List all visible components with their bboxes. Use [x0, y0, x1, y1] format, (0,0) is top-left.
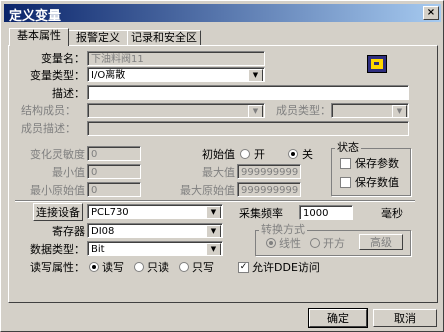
- cancel-button[interactable]: 取消: [373, 309, 437, 327]
- initial-on-label: 开: [254, 148, 265, 161]
- var-type-label: 变量类型：: [30, 69, 85, 82]
- chevron-down-icon[interactable]: ▼: [248, 105, 263, 117]
- chevron-down-icon[interactable]: ▼: [248, 69, 263, 81]
- initial-value-label: 初始值: [202, 148, 235, 161]
- min-value-field[interactable]: 0: [87, 164, 141, 179]
- var-name-label: 变量名：: [41, 52, 85, 65]
- min-raw-field[interactable]: 0: [87, 182, 141, 197]
- initial-off-label: 关: [302, 148, 313, 161]
- min-raw-label: 最小原始值: [30, 184, 85, 197]
- tab-alarm-definition[interactable]: 报警定义: [67, 30, 129, 45]
- save-param-checkbox[interactable]: [340, 158, 351, 169]
- var-name-field[interactable]: 下油料阀11: [87, 51, 265, 66]
- save-value-checkbox[interactable]: [340, 177, 351, 188]
- description-label: 描述：: [52, 87, 85, 100]
- linear-radio[interactable]: [266, 238, 276, 248]
- tab-record-security[interactable]: 记录和安全区: [127, 30, 201, 45]
- section-divider: [15, 200, 415, 202]
- initial-on-radio[interactable]: [240, 149, 250, 159]
- advanced-button[interactable]: 高级: [359, 234, 403, 250]
- rw-attr-label: 读写属性：: [30, 261, 85, 274]
- max-raw-field[interactable]: 999999999: [237, 182, 301, 197]
- sample-freq-label: 采集频率: [239, 207, 283, 220]
- allow-dde-checkbox[interactable]: ✓: [238, 262, 249, 273]
- register-label: 寄存器: [52, 225, 85, 238]
- sensitivity-field[interactable]: 0: [87, 146, 141, 161]
- connect-device-button[interactable]: 连接设备: [33, 203, 83, 221]
- sample-freq-field[interactable]: 1000: [299, 205, 353, 220]
- ok-button[interactable]: 确定: [308, 308, 368, 328]
- rw-writeonly-radio[interactable]: [179, 262, 189, 272]
- chevron-down-icon[interactable]: ▼: [206, 206, 221, 218]
- struct-member-label: 结构成员：: [21, 104, 76, 117]
- member-type-select[interactable]: ▼: [331, 103, 409, 118]
- description-field[interactable]: [87, 85, 409, 100]
- conversion-group-label: 转换方式: [259, 223, 307, 236]
- chevron-down-icon[interactable]: ▼: [206, 225, 221, 237]
- max-value-field[interactable]: 999999999: [237, 164, 301, 179]
- chevron-down-icon[interactable]: ▼: [392, 105, 407, 117]
- device-value: PCL730: [91, 207, 129, 218]
- device-select[interactable]: PCL730 ▼: [87, 204, 223, 219]
- rw-readwrite-radio[interactable]: [89, 262, 99, 272]
- max-value-label: 最大值: [202, 166, 235, 179]
- struct-member-select[interactable]: ▼: [87, 103, 265, 118]
- close-button[interactable]: ×: [423, 6, 439, 20]
- ms-unit-label: 毫秒: [381, 207, 403, 220]
- title-bar: 定义变量 ×: [4, 4, 441, 24]
- var-type-value: I/O离散: [91, 70, 126, 81]
- save-param-label: 保存参数: [355, 157, 399, 170]
- register-select[interactable]: DI08 ▼: [87, 223, 223, 238]
- linear-label: 线性: [279, 237, 301, 250]
- member-desc-label: 成员描述：: [21, 122, 76, 135]
- rw-readonly-radio[interactable]: [134, 262, 144, 272]
- tab-basic-properties[interactable]: 基本属性: [9, 28, 69, 46]
- rw-readwrite-label: 读写: [102, 261, 124, 274]
- register-value: DI08: [91, 226, 115, 237]
- rw-writeonly-label: 只写: [192, 261, 214, 274]
- variable-icon: [367, 55, 387, 73]
- member-desc-field[interactable]: [87, 121, 409, 136]
- max-raw-label: 最大原始值: [180, 184, 235, 197]
- save-value-label: 保存数值: [355, 176, 399, 189]
- sqrt-label: 开方: [323, 237, 345, 250]
- member-type-label: 成员类型：: [276, 104, 331, 117]
- chevron-down-icon[interactable]: ▼: [206, 243, 221, 255]
- initial-off-radio[interactable]: [288, 149, 298, 159]
- rw-readonly-label: 只读: [147, 261, 169, 274]
- status-group-label: 状态: [335, 141, 361, 154]
- datatype-value: Bit: [91, 244, 105, 255]
- sqrt-radio[interactable]: [310, 238, 320, 248]
- sensitivity-label: 变化灵敏度: [30, 148, 85, 161]
- var-type-select[interactable]: I/O离散 ▼: [87, 67, 265, 82]
- min-value-label: 最小值: [52, 166, 85, 179]
- allow-dde-label: 允许DDE访问: [252, 261, 320, 274]
- datatype-label: 数据类型：: [30, 243, 85, 256]
- datatype-select[interactable]: Bit ▼: [87, 241, 223, 256]
- define-variable-dialog: 定义变量 × 基本属性 报警定义 记录和安全区 变量名： 下油料阀11 变量类型…: [0, 0, 444, 332]
- window-title: 定义变量: [9, 9, 62, 24]
